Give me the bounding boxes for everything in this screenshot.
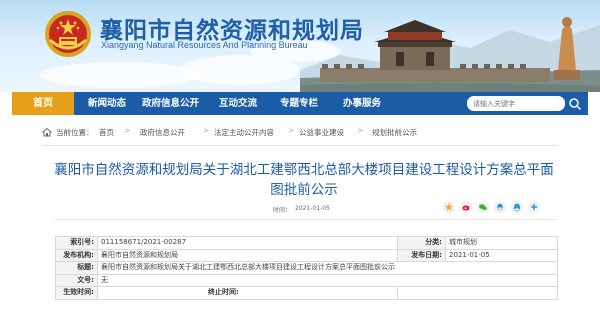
nav-item-interaction[interactable]: 互动交流 xyxy=(219,92,257,115)
table-row: 发布机构: 襄阳市自然资源和规划局 发布日期: 2021-01-05 xyxy=(55,248,558,262)
site-subtitle: Xiangyang Natural Resources And Planning… xyxy=(101,40,308,50)
breadcrumb-item-planning-notice[interactable]: 规划批前公示 xyxy=(372,127,417,138)
article-date-label: 时间： xyxy=(273,207,292,214)
breadcrumb-separator: > xyxy=(288,126,295,135)
index-value: 011158671/2021-00287 xyxy=(97,236,398,250)
publisher-label: 发布机构: xyxy=(55,248,98,262)
publisher-value: 襄阳市自然资源和规划局 xyxy=(97,248,398,262)
breadcrumb-prefix: 当前位置： xyxy=(56,128,94,137)
share-qq-icon[interactable] xyxy=(494,201,506,213)
nav-item-special-topics[interactable]: 专题专栏 xyxy=(280,92,318,115)
breadcrumb-item-home[interactable]: 首页 xyxy=(99,127,114,138)
table-row: 索引号: 011158671/2021-00287 分类: 城市规划 xyxy=(55,236,558,250)
category-label: 分类: xyxy=(397,236,446,250)
title-value: 襄阳市自然资源和规划局关于湖北工建鄂西北总部大楼项目建设工程设计方案总平面图批前… xyxy=(97,261,558,275)
share-print-icon[interactable] xyxy=(511,201,523,213)
docno-value: 无 xyxy=(97,273,558,287)
share-qzone-icon[interactable] xyxy=(443,201,455,213)
table-row: 标题: 襄阳市自然资源和规划局关于湖北工建鄂西北总部大楼项目建设工程设计方案总平… xyxy=(55,261,558,275)
title-label: 标题: xyxy=(55,261,98,275)
home-icon xyxy=(42,127,52,137)
category-value: 城市规划 xyxy=(445,236,558,250)
nav-item-gov-info[interactable]: 政府信息公开 xyxy=(142,92,199,115)
publish-date-value: 2021-01-05 xyxy=(445,248,558,262)
national-emblem-icon xyxy=(45,11,91,57)
nav-item-home[interactable]: 首页 xyxy=(12,92,74,115)
end-label: 终止时间: xyxy=(208,288,239,296)
breadcrumb-separator: > xyxy=(357,126,364,135)
search-icon[interactable] xyxy=(568,97,582,111)
docno-label: 文号: xyxy=(55,273,98,287)
nav-item-news[interactable]: 新闻动态 xyxy=(88,92,126,115)
table-row: 文号: 无 xyxy=(55,273,558,287)
end-value xyxy=(397,286,558,300)
effective-label: 生效时间: xyxy=(55,286,98,300)
breadcrumb-separator: > xyxy=(203,126,210,135)
search-input[interactable] xyxy=(467,96,565,111)
table-row: 生效时间: 终止时间: xyxy=(55,286,558,300)
document-info-table: 索引号: 011158671/2021-00287 分类: 城市规划 发布机构:… xyxy=(55,236,558,300)
publish-date-label: 发布日期: xyxy=(397,248,446,262)
nav-item-services[interactable]: 办事服务 xyxy=(343,92,381,115)
breadcrumb-item-gov-info[interactable]: 政府信息公开 xyxy=(140,127,185,138)
effective-value: 终止时间: xyxy=(97,286,398,300)
city-wall-scenery xyxy=(300,17,600,92)
main-nav: 首页 新闻动态 政府信息公开 互动交流 专题专栏 办事服务 xyxy=(12,92,588,115)
header-banner: 襄阳市自然资源和规划局 Xiangyang Natural Resources … xyxy=(0,0,600,92)
share-more-icon[interactable] xyxy=(528,201,540,213)
breadcrumb-item-public-welfare[interactable]: 公益事业建设 xyxy=(299,127,344,138)
breadcrumb-separator: > xyxy=(124,126,131,135)
article-date: 2021-01-05 xyxy=(295,205,330,212)
breadcrumb-item-statutory[interactable]: 法定主动公开内容 xyxy=(214,127,274,138)
index-label: 索引号: xyxy=(55,236,98,250)
info-divider xyxy=(55,219,555,220)
share-wechat-icon[interactable] xyxy=(477,201,489,213)
share-weibo-icon[interactable] xyxy=(460,201,472,213)
breadcrumb-divider xyxy=(42,145,558,146)
article-title: 襄阳市自然资源和规划局关于湖北工建鄂西北总部大楼项目建设工程设计方案总平面图批前… xyxy=(54,162,554,198)
